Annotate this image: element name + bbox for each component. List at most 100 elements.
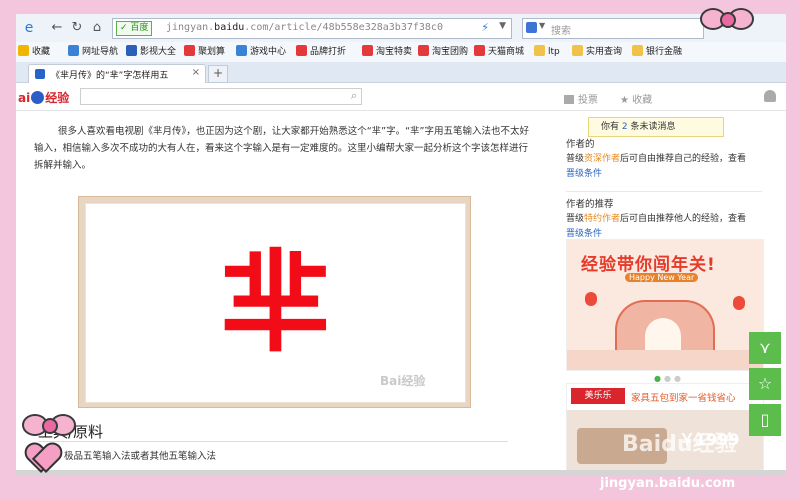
bookmark-label: 影视大全 — [140, 47, 177, 57]
bookmark-item[interactable]: 网址导航 — [68, 45, 118, 59]
bookmark-item[interactable]: 实用查询 — [572, 45, 622, 59]
block2-level-link[interactable]: 特约作者 — [584, 214, 620, 224]
bookmark-label: ltp — [548, 47, 560, 57]
bookmarks-bar: 收藏 网址导航 影视大全 聚划算 游戏中心 品牌打折 淘宝特卖 淘宝团购 天猫商城 ltp 实用查询… — [16, 42, 786, 63]
bookmark-item[interactable]: 品牌打折 — [296, 45, 346, 59]
bookmark-icon — [126, 45, 137, 56]
bar-chart-icon — [564, 95, 574, 104]
ad-header: 美乐乐 家具五包到家一省钱省心 — [567, 384, 763, 410]
collect-link[interactable]: ★ 收藏 — [620, 91, 652, 106]
bookmark-item[interactable]: 天猫商城 — [474, 45, 524, 59]
tooltip-prefix: 你有 — [601, 122, 620, 132]
gate-illustration — [615, 300, 715, 352]
ad-text: 家具五包到家一省钱省心 — [631, 393, 736, 404]
bookmark-label: 淘宝团购 — [432, 47, 469, 57]
url-prefix: jingyan. — [166, 22, 215, 33]
bow-decoration-icon — [700, 2, 760, 42]
bookmark-label: 网址导航 — [82, 47, 119, 57]
bookmark-item[interactable]: 聚划算 — [184, 45, 225, 59]
favorite-star-button[interactable]: ☆ — [749, 368, 781, 400]
bookmark-icon — [184, 45, 195, 56]
block1-title: 作者的 — [566, 139, 595, 150]
bookmark-label: 银行金融 — [646, 47, 683, 57]
baidu-jingyan-logo[interactable]: ai 经验 — [18, 89, 69, 106]
ad-brand-logo: 美乐乐 — [571, 388, 625, 404]
lightning-icon[interactable]: ⚡ — [481, 21, 489, 34]
url-text: jingyan.baidu.com/article/48b558e328a3b3… — [166, 22, 443, 33]
unread-messages-tooltip[interactable]: 你有 2 条未读消息 — [588, 117, 724, 137]
bookmark-item[interactable]: 游戏中心 — [236, 45, 286, 59]
vote-link[interactable]: 投票 — [564, 91, 598, 106]
site-search-input[interactable]: ⌕ — [80, 88, 362, 105]
chevron-down-icon[interactable]: ▼ — [539, 21, 545, 30]
bookmark-item[interactable]: 收藏 — [18, 45, 50, 59]
paw-icon — [31, 91, 45, 104]
bookmark-label: 聚划算 — [198, 47, 226, 57]
block2-suffix: 后可自由推荐他人的经验，查看 — [620, 214, 747, 224]
lantern-icon — [733, 296, 745, 310]
tab-bar: 《芈月传》的“芈”字怎样用五 × + — [16, 62, 786, 83]
bookmark-label: 收藏 — [32, 47, 51, 57]
bookmark-icon — [68, 45, 79, 56]
author-recommend-others: 作者的推荐 晋级特约作者后可自由推荐他人的经验，查看 晋级条件 — [566, 197, 776, 242]
logo-text-b: 经验 — [45, 91, 70, 105]
search-input[interactable]: ▼ 搜索 — [522, 18, 704, 39]
search-placeholder: 搜索 — [551, 26, 571, 37]
search-engine-icon[interactable] — [526, 22, 537, 33]
bookmark-item[interactable]: 淘宝特卖 — [362, 45, 412, 59]
new-year-banner[interactable]: 经验带你闯年关! Happy New Year — [566, 239, 764, 371]
home-icon[interactable]: ⌂ — [88, 19, 106, 37]
carousel-dots[interactable]: ●●● — [654, 374, 684, 383]
new-tab-button[interactable]: + — [208, 65, 228, 83]
section-item: 极品五笔输入法或者其他五笔输入法 — [64, 451, 217, 462]
article-content: 很多人喜欢看电视剧《芈月传》，也正因为这个剧，让大家都开始熟悉这个“芈”字。“芈… — [16, 111, 556, 474]
article-image: 芈 Bai经验 — [85, 203, 466, 403]
intro-paragraph: 很多人喜欢看电视剧《芈月传》，也正因为这个剧，让大家都开始熟悉这个“芈”字。“芈… — [34, 126, 529, 171]
block2-prefix: 晋级 — [566, 214, 585, 224]
bookmark-icon — [236, 45, 247, 56]
bookmark-label: 游戏中心 — [250, 47, 287, 57]
lantern-icon — [585, 292, 597, 306]
tab-active[interactable]: 《芈月传》的“芈”字怎样用五 × — [28, 64, 206, 83]
block2-text: 晋级特约作者后可自由推荐他人的经验，查看 — [566, 212, 776, 227]
block1-suffix: 后可自由推荐自己的经验，查看 — [620, 154, 747, 164]
search-icon[interactable]: ⌕ — [351, 89, 357, 103]
user-icon[interactable] — [764, 90, 776, 102]
share-button[interactable]: ⋎ — [749, 332, 781, 364]
bookmark-label: 品牌打折 — [310, 47, 347, 57]
bookmark-label: 实用查询 — [586, 47, 623, 57]
tooltip-count: 2 — [621, 122, 628, 132]
bookmark-icon — [474, 45, 485, 56]
bookmark-icon — [362, 45, 373, 56]
url-field[interactable]: ✓ 百度 jingyan.baidu.com/article/48b558e32… — [112, 18, 512, 39]
chevron-down-icon[interactable]: ▼ — [499, 21, 506, 31]
browser-logo-icon[interactable]: e — [20, 19, 38, 37]
refresh-icon[interactable]: ↻ — [68, 19, 86, 37]
baidu-favicon-icon — [35, 69, 45, 79]
back-icon[interactable]: ← — [48, 19, 66, 37]
bookmark-item[interactable]: 银行金融 — [632, 45, 682, 59]
star-icon: ★ — [620, 95, 633, 106]
tab-title: 《芈月传》的“芈”字怎样用五 — [51, 71, 169, 81]
block1-level-link[interactable]: 资深作者 — [584, 154, 620, 164]
collect-label: 收藏 — [632, 95, 653, 106]
secure-badge[interactable]: ✓ 百度 — [116, 21, 153, 36]
bookmark-item[interactable]: 影视大全 — [126, 45, 176, 59]
article-image-frame[interactable]: 芈 Bai经验 — [78, 196, 471, 408]
bookmark-label: 天猫商城 — [488, 47, 525, 57]
block1-text: 普级资深作者后可自由推荐自己的经验，查看 — [566, 152, 776, 167]
banner-title: 经验带你闯年关! — [581, 255, 716, 275]
tooltip-suffix: 条未读消息 — [630, 122, 676, 132]
image-watermark: Bai经验 — [380, 374, 426, 388]
block1-conditions-link[interactable]: 晋级条件 — [566, 167, 776, 182]
address-bar: e ← ↻ ⌂ ✓ 百度 jingyan.baidu.com/article/4… — [16, 14, 786, 43]
browser-window: e ← ↻ ⌂ ✓ 百度 jingyan.baidu.com/article/4… — [16, 14, 786, 474]
baidu-watermark: Baidu经验 — [622, 432, 737, 457]
site-header: ai 经验 ⌕ 投票 ★ 收藏 — [16, 84, 786, 111]
bookmark-item[interactable]: ltp — [534, 45, 560, 59]
bookmark-button[interactable]: ▯ — [749, 404, 781, 436]
heart-decoration-icon — [26, 444, 56, 470]
site-watermark: jingyan.baidu.com — [600, 476, 736, 491]
close-tab-icon[interactable]: × — [192, 67, 200, 78]
bookmark-item[interactable]: 淘宝团购 — [418, 45, 468, 59]
